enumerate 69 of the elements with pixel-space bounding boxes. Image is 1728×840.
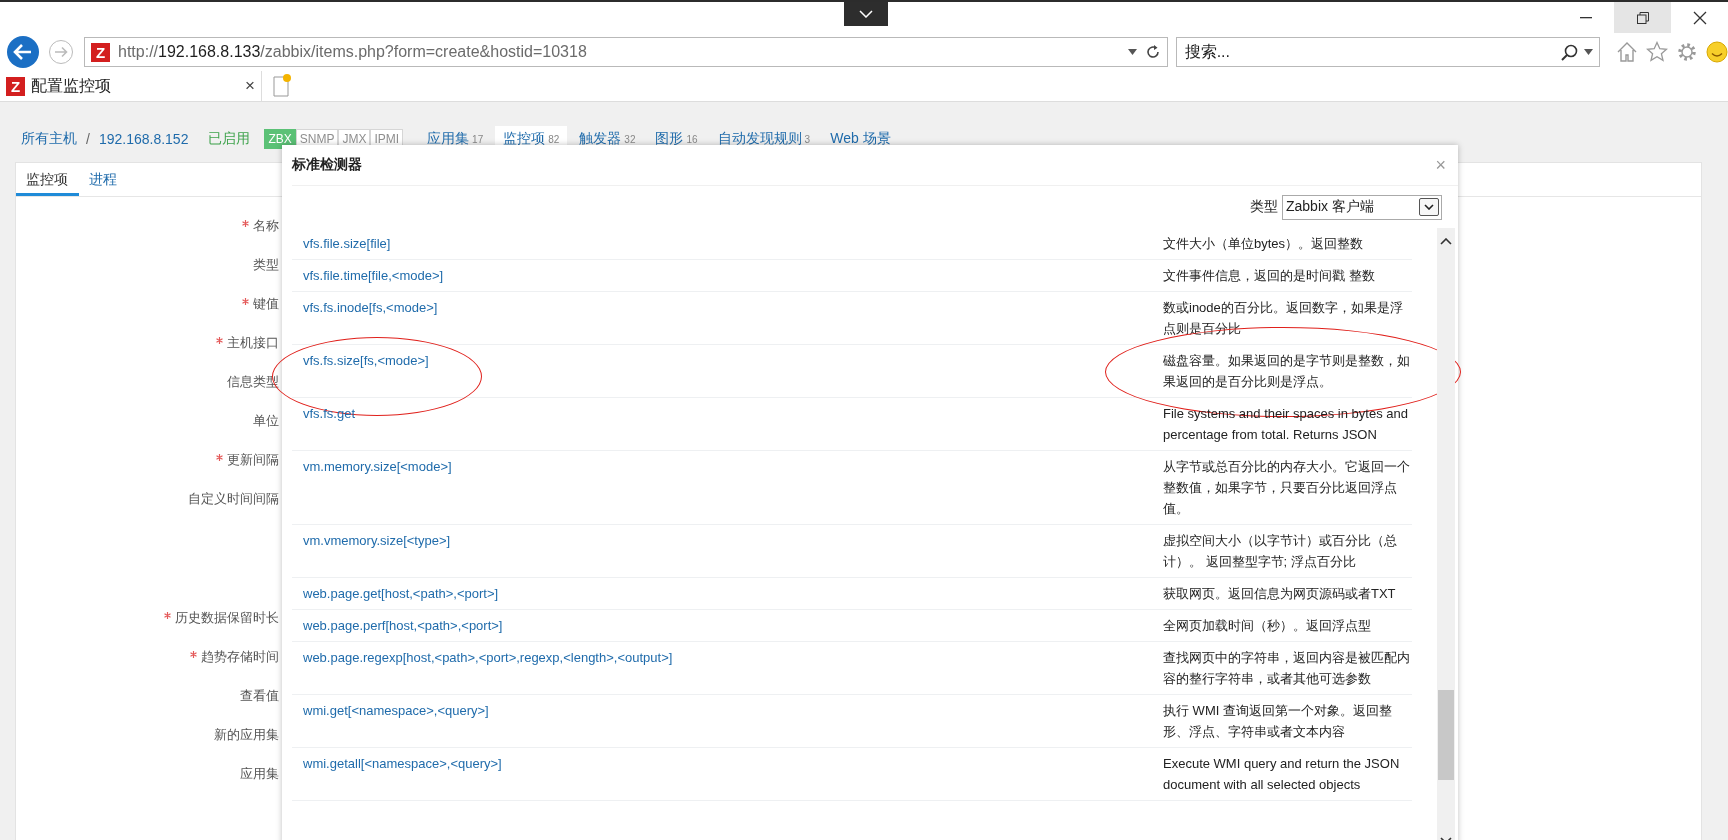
field-label: 新的应用集 — [214, 725, 279, 744]
scrollbar[interactable] — [1437, 228, 1455, 840]
site-logo: Z — [6, 76, 25, 96]
form-tab[interactable]: 监控项 — [16, 163, 79, 196]
dialog-title: 标准检测器 — [292, 156, 362, 174]
star-icon[interactable] — [1646, 41, 1668, 63]
item-description: 执行 WMI 查询返回第一个对象。返回整形、浮点、字符串或者文本内容 — [1163, 702, 1393, 741]
tab-list-button[interactable] — [844, 2, 888, 26]
breadcrumb-link[interactable]: 所有主机 — [21, 130, 77, 148]
type-select[interactable]: Zabbix 客户端 — [1282, 194, 1442, 220]
item-key-link[interactable]: wmi.getall[<namespace>,<query>] — [303, 753, 502, 795]
form-tab[interactable]: 进程 — [79, 163, 127, 196]
settings-icon[interactable] — [1676, 41, 1698, 63]
field-label: 名称 — [253, 216, 279, 235]
refresh-icon[interactable] — [1144, 44, 1161, 60]
field-label: 应用集 — [240, 764, 279, 783]
restore-icon — [1636, 11, 1649, 24]
field-label: 键值 — [253, 294, 279, 313]
tab-close-button[interactable]: × — [245, 76, 255, 96]
close-button[interactable]: × — [1435, 154, 1446, 176]
item-description: 获取网页。返回信息为网页源码或者TXT — [1163, 585, 1397, 603]
caret-down-icon[interactable] — [1584, 49, 1593, 55]
breadcrumb-link[interactable]: 192.168.8.152 — [98, 131, 189, 147]
scrollbar-thumb[interactable] — [1438, 690, 1454, 780]
chevron-up-icon[interactable] — [1440, 238, 1452, 245]
field-label: 查看值 — [240, 686, 279, 705]
search-icon[interactable] — [1561, 43, 1578, 61]
item-description: 查找网页中的字符串，返回内容是被匹配内容的整行字符串，或者其他可选参数 — [1163, 649, 1411, 688]
field-label: 更新间隔 — [227, 450, 279, 469]
item-key-link[interactable]: vfs.fs.get — [303, 403, 356, 445]
item-key-link[interactable]: web.page.perf[host,<path>,<port>] — [303, 615, 503, 636]
caret-down-icon[interactable] — [1127, 49, 1137, 55]
minimize-icon — [1579, 16, 1592, 19]
close-icon — [1692, 10, 1707, 25]
availability-badge: ZBX — [264, 129, 296, 149]
address-field[interactable]: Z http://192.168.8.133/zabbix/items.php?form=create&hostid=10318 — [84, 37, 1168, 67]
search-box[interactable]: 搜索... — [1175, 37, 1600, 67]
item-key-link[interactable]: web.page.regexp[host,<path>,<port>,regexp,<length>,<output>] — [303, 647, 673, 689]
field-label: 类型 — [253, 255, 279, 274]
item-key-link[interactable]: vfs.file.size[file] — [303, 233, 391, 254]
url-text: http://192.168.8.133/zabbix/items.php?form=create&hostid=10318 — [118, 43, 588, 61]
type-label: 类型 — [1250, 198, 1278, 216]
status-text: 已启用 — [208, 130, 251, 148]
item-key-link[interactable]: vm.memory.size[<mode>] — [303, 456, 452, 519]
home-icon[interactable] — [1616, 41, 1638, 63]
item-description: 从字节或总百分比的内存大小。它返回一个整数值，如果字节，只要百分比返回浮点值。 — [1163, 458, 1411, 518]
item-description: 虚拟空间大小（以字节计）或百分比（总计）。 返回整型字节; 浮点百分比 — [1163, 532, 1398, 571]
restore-button[interactable] — [1614, 2, 1671, 33]
field-label: 主机接口 — [227, 333, 279, 352]
item-key-link[interactable]: wmi.get[<namespace>,<query>] — [303, 700, 489, 742]
chevron-down-icon — [1424, 204, 1434, 210]
item-description: Execute WMI query and return the JSON document with all selected objects — [1163, 755, 1401, 794]
field-label: 趋势存储时间 — [201, 647, 279, 666]
field-label: 自定义时间间隔 — [188, 490, 279, 508]
smiley-icon[interactable] — [1706, 41, 1728, 63]
field-label: 单位 — [253, 411, 279, 430]
item-key-link[interactable]: vfs.file.time[file,<mode>] — [303, 265, 444, 286]
item-description: 文件事件信息，返回的是时间戳 整数 — [1163, 267, 1376, 285]
item-key-link[interactable]: vfs.fs.inode[fs,<mode>] — [303, 297, 438, 339]
chevron-down-icon — [859, 10, 873, 18]
item-key-link[interactable]: web.page.get[host,<path>,<port>] — [303, 583, 499, 604]
item-key-link[interactable]: vm.vmemory.size[<type>] — [303, 530, 451, 572]
item-key-link[interactable]: vfs.fs.size[fs,<mode>] — [303, 350, 429, 392]
item-description: 文件大小（单位bytes）。返回整数 — [1163, 235, 1365, 253]
site-logo: Z — [91, 42, 110, 62]
item-description: 全网页加载时间（秒）。返回浮点型 — [1163, 617, 1372, 635]
item-description: 磁盘容量。如果返回的是字节则是整数，如果返回的是百分比则是浮点。 — [1163, 352, 1411, 391]
breadcrumb-separator: / — [86, 131, 90, 147]
field-label: 历史数据保留时长 — [175, 608, 279, 627]
